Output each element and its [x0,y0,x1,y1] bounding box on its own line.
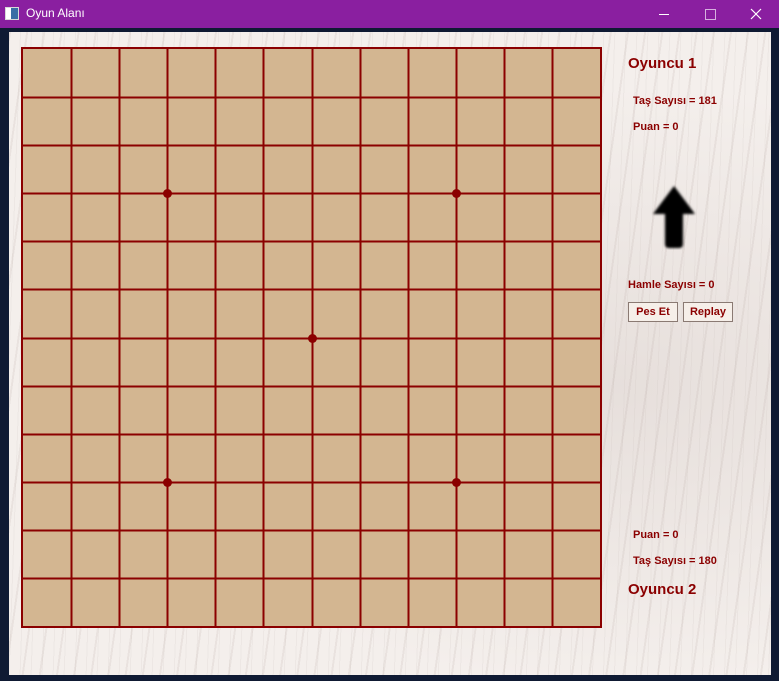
move-count: Hamle Sayısı = 0 [628,279,715,291]
window-title: Oyun Alanı [26,6,85,20]
title-bar[interactable]: Oyun Alanı [0,0,779,28]
player1-stones: Taş Sayısı = 181 [633,95,717,107]
star-point [163,189,172,198]
game-window: Oyun Alanı Oyuncu 1 Taş Sayısı = 181 Pua… [0,0,779,681]
player2-name: Oyuncu 2 [628,581,697,598]
player2-score: Puan = 0 [633,529,679,541]
player1-score: Puan = 0 [633,121,679,133]
app-window-icon [5,7,19,20]
star-point [163,478,172,487]
player2-stones: Taş Sayısı = 180 [633,555,717,567]
resign-button[interactable]: Pes Et [628,302,678,322]
minimize-icon [659,13,669,15]
player1-name: Oyuncu 1 [628,55,697,72]
replay-button[interactable]: Replay [683,302,733,322]
game-board[interactable] [21,47,602,628]
star-point [452,478,461,487]
minimize-button[interactable] [641,0,687,28]
star-point [308,334,317,343]
star-point [452,189,461,198]
close-icon [750,8,762,20]
board-grid[interactable] [23,49,600,626]
close-button[interactable] [733,0,779,28]
arrow-up-icon [653,186,695,248]
maximize-button[interactable] [687,0,733,28]
maximize-icon [704,8,716,20]
